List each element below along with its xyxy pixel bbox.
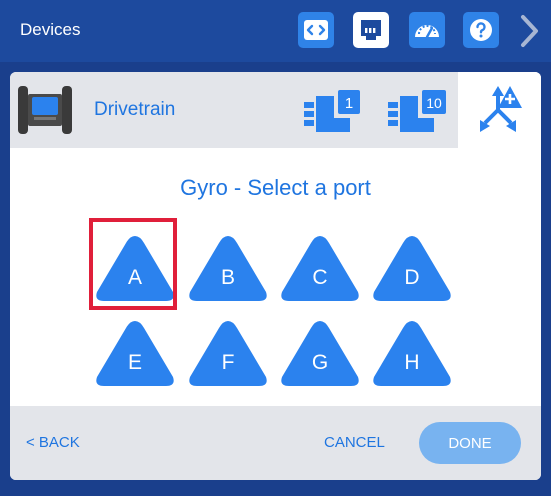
port-e-button[interactable]: E (94, 317, 176, 389)
top-bar: Devices (0, 0, 551, 62)
add-device-tab[interactable] (458, 72, 541, 148)
device-header: Drivetrain 1 10 (10, 72, 541, 148)
code-icon (304, 20, 328, 40)
port-label: D (404, 266, 420, 289)
port-label: B (220, 266, 235, 289)
port-c-button[interactable]: C (279, 232, 361, 304)
port-label: G (311, 351, 329, 374)
help-icon (470, 19, 492, 41)
page-title: Devices (20, 20, 81, 39)
port-b-button[interactable]: B (187, 232, 269, 304)
dashboard-icon (415, 25, 439, 39)
drivetrain-icon (18, 86, 72, 134)
port-label: F (221, 351, 235, 374)
port-label: C (312, 266, 328, 289)
port-f-button[interactable]: F (187, 317, 269, 389)
port-select-dialog: Drivetrain 1 10 Gyro - Select a port A B… (10, 72, 541, 480)
port-icon (361, 20, 381, 40)
dashboard-button[interactable] (409, 12, 445, 48)
help-button[interactable] (463, 12, 499, 48)
back-button[interactable]: < BACK (26, 434, 80, 451)
port-a-button[interactable]: A (94, 232, 176, 304)
cancel-button[interactable]: CANCEL (324, 434, 385, 451)
chevron-right-icon[interactable] (516, 14, 542, 48)
sensor-1-badge: 1 (345, 95, 353, 112)
code-button[interactable] (298, 12, 334, 48)
sensor-10-icon[interactable]: 10 (386, 88, 446, 136)
port-prompt: Gyro - Select a port (180, 175, 371, 200)
sensor-10-badge: 10 (426, 95, 442, 111)
port-g-button[interactable]: G (279, 317, 361, 389)
port-label: E (127, 351, 142, 374)
done-button[interactable]: DONE (419, 422, 521, 464)
add-sensor-icon (479, 86, 522, 132)
sensor-1-icon[interactable]: 1 (302, 88, 362, 136)
port-d-button[interactable]: D (371, 232, 453, 304)
dialog-footer: < BACK CANCEL DONE (10, 406, 541, 480)
device-name: Drivetrain (94, 99, 176, 120)
ports-button[interactable] (353, 12, 389, 48)
port-label: H (404, 351, 420, 374)
port-label: A (127, 266, 142, 289)
port-h-button[interactable]: H (371, 317, 453, 389)
